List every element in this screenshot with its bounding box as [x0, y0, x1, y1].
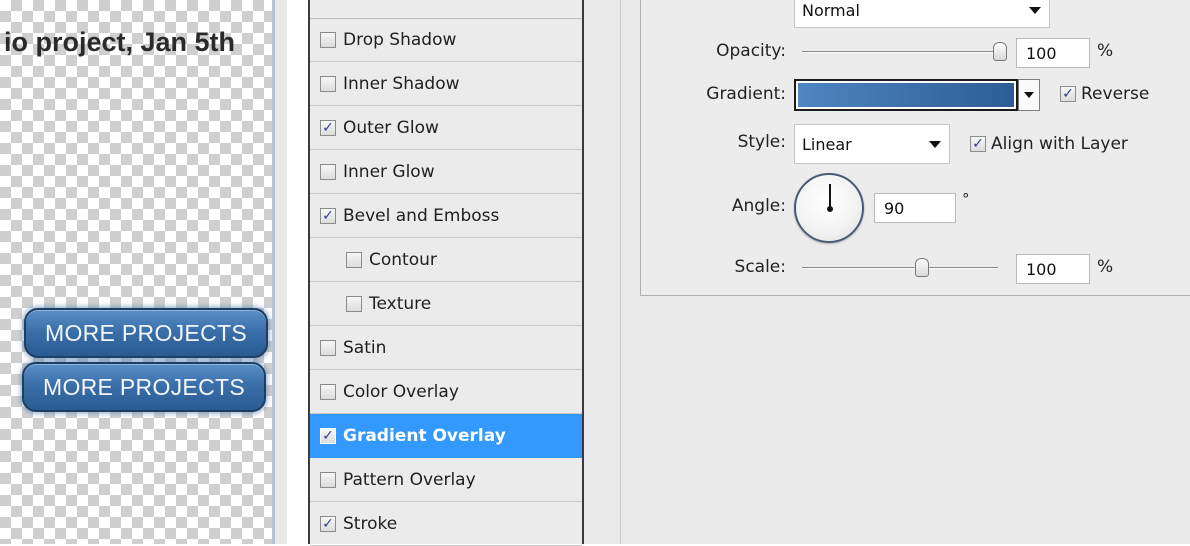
reverse-checkbox[interactable]: ✓ Reverse: [1060, 84, 1149, 104]
more-projects-label: MORE PROJECTS: [43, 373, 245, 400]
style-item-inner-shadow[interactable]: Inner Shadow: [310, 62, 582, 106]
style-item-stroke[interactable]: ✓ Stroke: [310, 502, 582, 546]
opacity-slider-thumb[interactable]: [993, 42, 1007, 61]
style-item-label: Bevel and Emboss: [343, 205, 500, 226]
style-item-label: Texture: [369, 293, 432, 314]
angle-unit: °: [962, 190, 970, 208]
chevron-down-icon: [1029, 7, 1041, 14]
opacity-slider-track[interactable]: [802, 51, 1007, 53]
checkbox-empty-icon[interactable]: [320, 163, 336, 180]
style-value: Linear: [802, 134, 852, 154]
style-item-label: Color Overlay: [343, 381, 459, 402]
dialog-background: [640, 296, 1190, 544]
gradient-dropdown-button[interactable]: [1018, 79, 1040, 111]
blend-mode-value: Normal: [802, 0, 860, 20]
checkbox-empty-icon[interactable]: [320, 383, 336, 400]
style-item-label: Inner Shadow: [343, 73, 460, 94]
list-top-row: [310, 0, 582, 19]
scale-unit: %: [1097, 257, 1114, 277]
style-label: Style:: [737, 132, 786, 152]
checkbox-empty-icon[interactable]: [320, 339, 336, 356]
style-item-label: Outer Glow: [343, 117, 439, 138]
gradient-label: Gradient:: [706, 84, 786, 104]
style-item-label: Pattern Overlay: [343, 469, 476, 490]
style-item-color-overlay[interactable]: Color Overlay: [310, 370, 582, 414]
scale-input[interactable]: 100: [1016, 254, 1090, 284]
chevron-down-icon: [929, 141, 941, 148]
opacity-value: 100: [1026, 43, 1057, 63]
checkbox-empty-icon[interactable]: [346, 295, 362, 312]
reverse-label: Reverse: [1081, 84, 1150, 104]
angle-label: Angle:: [731, 196, 786, 216]
opacity-input[interactable]: 100: [1016, 38, 1090, 68]
checkmark-icon[interactable]: ✓: [320, 207, 336, 224]
gradient-picker[interactable]: [794, 79, 1018, 111]
style-item-label: Contour: [369, 249, 437, 270]
checkbox-empty-icon[interactable]: [320, 471, 336, 488]
layer-styles-list: Drop Shadow Inner Shadow ✓ Outer Glow Inner …: [308, 0, 584, 546]
opacity-label: Opacity:: [716, 41, 786, 61]
style-item-label: Drop Shadow: [343, 29, 457, 50]
scale-slider-track[interactable]: [802, 267, 998, 269]
canvas-title-text: io project, Jan 5th: [4, 27, 236, 57]
angle-input[interactable]: 90: [874, 193, 956, 223]
style-item-satin[interactable]: Satin: [310, 326, 582, 370]
style-select[interactable]: Linear: [794, 124, 950, 164]
align-with-layer-checkbox[interactable]: ✓ Align with Layer: [970, 134, 1128, 154]
scale-slider-thumb[interactable]: [915, 258, 929, 277]
more-projects-button-preview: MORE PROJECTS: [22, 362, 266, 412]
opacity-unit: %: [1097, 41, 1114, 61]
angle-center: [827, 206, 833, 212]
style-item-outer-glow[interactable]: ✓ Outer Glow: [310, 106, 582, 150]
document-canvas: io project, Jan 5th MORE PROJECTS MORE P…: [0, 0, 272, 544]
style-item-label: Stroke: [343, 513, 398, 534]
blend-mode-select[interactable]: Normal: [794, 0, 1050, 28]
checkmark-icon[interactable]: ✓: [320, 119, 336, 136]
checkmark-icon[interactable]: ✓: [320, 515, 336, 532]
angle-value: 90: [884, 198, 905, 218]
style-item-label: Inner Glow: [343, 161, 435, 182]
checkbox-empty-icon[interactable]: [320, 31, 336, 48]
scale-label: Scale:: [734, 257, 786, 277]
panel-divider-line: [620, 0, 621, 544]
more-projects-label: MORE PROJECTS: [45, 319, 247, 346]
style-item-label: Satin: [343, 337, 387, 358]
angle-dial-icon[interactable]: [794, 173, 864, 243]
angle-needle: [829, 184, 831, 208]
style-item-gradient-overlay[interactable]: ✓ Gradient Overlay: [310, 414, 582, 458]
scale-value: 100: [1026, 259, 1057, 279]
dialog-edge: [275, 0, 287, 544]
gradient-swatch: [798, 83, 1014, 107]
style-item-texture[interactable]: Texture: [310, 282, 582, 326]
checkmark-icon[interactable]: ✓: [320, 427, 336, 444]
panel-divider: [584, 0, 640, 544]
style-item-bevel-and-emboss[interactable]: ✓ Bevel and Emboss: [310, 194, 582, 238]
style-item-drop-shadow[interactable]: Drop Shadow: [310, 18, 582, 62]
style-item-pattern-overlay[interactable]: Pattern Overlay: [310, 458, 582, 502]
checkbox-empty-icon[interactable]: [320, 75, 336, 92]
checkmark-icon: ✓: [1060, 86, 1076, 102]
style-item-label: Gradient Overlay: [343, 425, 506, 446]
style-item-inner-glow[interactable]: Inner Glow: [310, 150, 582, 194]
align-with-layer-label: Align with Layer: [991, 134, 1128, 154]
chevron-down-icon: [1024, 92, 1034, 98]
style-item-contour[interactable]: Contour: [310, 238, 582, 282]
more-projects-button-preview: MORE PROJECTS: [24, 308, 268, 358]
checkbox-empty-icon[interactable]: [346, 251, 362, 268]
checkmark-icon: ✓: [970, 136, 986, 152]
